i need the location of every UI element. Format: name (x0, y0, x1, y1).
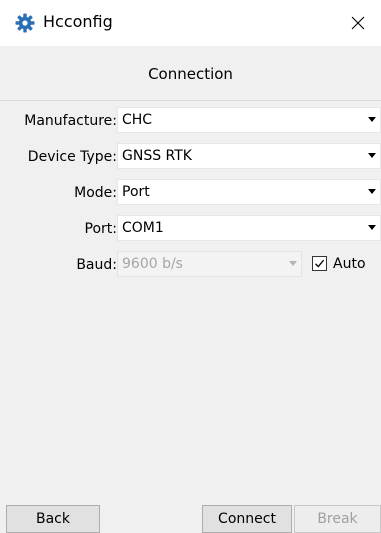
checkmark-icon (315, 259, 325, 268)
manufacture-label: Manufacture: (24, 113, 117, 129)
gear-icon (15, 13, 35, 33)
chevron-down-icon (368, 225, 376, 230)
chevron-down-icon (368, 189, 376, 194)
port-value: COM1 (122, 220, 164, 236)
chevron-down-icon (368, 153, 376, 158)
port-label: Port: (84, 221, 117, 237)
auto-label[interactable]: Auto (333, 251, 366, 277)
close-button[interactable] (335, 0, 381, 46)
window-title: Hcconfig (43, 12, 113, 31)
baud-label: Baud: (76, 257, 117, 273)
device-type-value: GNSS RTK (122, 148, 192, 164)
mode-row: Mode: Port (0, 179, 381, 207)
manufacture-select[interactable]: CHC (117, 107, 381, 133)
chevron-down-icon (289, 261, 297, 266)
mode-value: Port (122, 184, 150, 200)
connection-form: Manufacture: CHC Device Type: GNSS RTK M… (0, 101, 381, 495)
port-select[interactable]: COM1 (117, 215, 381, 241)
device-type-row: Device Type: GNSS RTK (0, 143, 381, 171)
auto-checkbox[interactable] (312, 256, 327, 271)
title-bar: Hcconfig (0, 0, 381, 46)
mode-select[interactable]: Port (117, 179, 381, 205)
page-title: Connection (148, 65, 233, 83)
baud-value: 9600 b/s (122, 256, 183, 272)
page-header: Connection (0, 46, 381, 101)
port-row: Port: COM1 (0, 215, 381, 243)
mode-label: Mode: (74, 185, 117, 201)
baud-select[interactable]: 9600 b/s (117, 251, 302, 277)
connect-button[interactable]: Connect (202, 505, 292, 533)
device-type-label: Device Type: (27, 149, 117, 165)
chevron-down-icon (368, 117, 376, 122)
close-icon (351, 16, 365, 30)
button-bar: Back Connect Break (0, 495, 381, 533)
back-button[interactable]: Back (6, 505, 100, 533)
manufacture-row: Manufacture: CHC (0, 107, 381, 135)
manufacture-value: CHC (122, 112, 153, 128)
break-button[interactable]: Break (294, 505, 381, 533)
baud-row: Baud: 9600 b/s Auto (0, 251, 381, 279)
device-type-select[interactable]: GNSS RTK (117, 143, 381, 169)
